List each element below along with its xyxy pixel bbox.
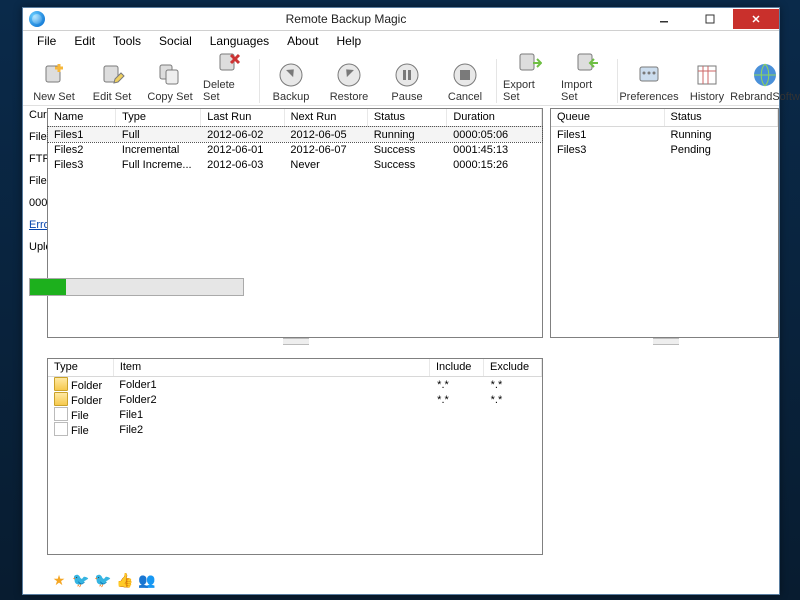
thumbs-up-icon[interactable]: 👍 [117, 572, 133, 588]
menu-file[interactable]: File [29, 32, 64, 50]
prefs-button[interactable]: Preferences [620, 60, 678, 103]
toolbar: New SetEdit SetCopy SetDelete SetBackupR… [23, 51, 779, 106]
table-row[interactable]: Files3Pending [551, 142, 778, 157]
table-row[interactable]: FileFile2 [48, 422, 542, 437]
sets-table[interactable]: NameTypeLast RunNext RunStatusDuration F… [47, 108, 543, 338]
cancel-icon [450, 60, 480, 90]
twitter-icon[interactable]: 🐦 [95, 572, 111, 588]
delete-set-icon [213, 48, 243, 78]
column-header[interactable]: Type [116, 109, 201, 126]
folder-icon [54, 392, 68, 406]
column-header[interactable]: Item [114, 359, 430, 376]
copy-set-button[interactable]: Copy Set [141, 60, 199, 103]
folder-icon [54, 377, 68, 391]
table-row[interactable]: FolderFolder2*.**.* [48, 392, 542, 407]
column-header[interactable]: Status [665, 109, 779, 126]
new-set-button[interactable]: New Set [25, 60, 83, 103]
table-row[interactable]: Files1Full2012-06-022012-06-05Running000… [48, 127, 542, 142]
restore-button[interactable]: Restore [320, 60, 378, 103]
column-header[interactable]: Name [48, 109, 116, 126]
people-icon[interactable]: 👥 [139, 572, 155, 588]
export-button[interactable]: Export Set [499, 48, 557, 103]
edit-set-icon [97, 60, 127, 90]
app-icon [29, 11, 45, 27]
splitter-handle[interactable] [653, 338, 679, 345]
table-row[interactable]: FolderFolder1*.**.* [48, 377, 542, 392]
menu-help[interactable]: Help [328, 32, 369, 50]
table-row[interactable]: Files2Incremental2012-06-012012-06-07Suc… [48, 142, 542, 157]
social-bar: ★ 🐦 🐦 👍 👥 [51, 572, 155, 588]
table-row[interactable]: Files1Running [551, 127, 778, 142]
file-icon [54, 407, 68, 421]
menubar: FileEditToolsSocialLanguagesAboutHelp [23, 31, 779, 51]
column-header[interactable]: Type [48, 359, 114, 376]
app-window: Remote Backup Magic FileEditToolsSocialL… [22, 7, 780, 595]
table-row[interactable]: Files3Full Increme...2012-06-03NeverSucc… [48, 157, 542, 172]
maximize-button[interactable] [687, 9, 733, 29]
pause-icon [392, 60, 422, 90]
window-buttons [641, 9, 779, 29]
copy-set-icon [155, 60, 185, 90]
window-title: Remote Backup Magic [51, 12, 641, 26]
restore-icon [334, 60, 364, 90]
edit-set-button[interactable]: Edit Set [83, 60, 141, 103]
menu-about[interactable]: About [279, 32, 326, 50]
progress-bar [29, 278, 244, 296]
twitter-icon[interactable]: 🐦 [73, 572, 89, 588]
menu-social[interactable]: Social [151, 32, 200, 50]
backup-icon [276, 60, 306, 90]
new-set-icon [39, 60, 69, 90]
queue-table[interactable]: QueueStatus Files1RunningFiles3Pending [550, 108, 779, 338]
globe-button[interactable]: RebrandSoftw [736, 60, 794, 103]
column-header[interactable]: Exclude [484, 359, 542, 376]
column-header[interactable]: Include [430, 359, 484, 376]
import-icon [571, 48, 601, 78]
globe-icon [750, 60, 780, 90]
history-icon [692, 60, 722, 90]
titlebar[interactable]: Remote Backup Magic [23, 8, 779, 31]
column-header[interactable]: Status [368, 109, 447, 126]
star-icon[interactable]: ★ [51, 572, 67, 588]
column-header[interactable]: Last Run [201, 109, 284, 126]
table-row[interactable]: FileFile1 [48, 407, 542, 422]
file-icon [54, 422, 68, 436]
splitter-handle[interactable] [283, 338, 309, 345]
column-header[interactable]: Queue [551, 109, 665, 126]
close-button[interactable] [733, 9, 779, 29]
backup-button[interactable]: Backup [262, 60, 320, 103]
column-header[interactable]: Duration [447, 109, 542, 126]
cancel-button[interactable]: Cancel [436, 60, 494, 103]
column-header[interactable]: Next Run [285, 109, 368, 126]
import-button[interactable]: Import Set [557, 48, 615, 103]
prefs-icon [634, 60, 664, 90]
menu-edit[interactable]: Edit [66, 32, 103, 50]
delete-set-button[interactable]: Delete Set [199, 48, 257, 103]
pause-button[interactable]: Pause [378, 60, 436, 103]
export-icon [513, 48, 543, 78]
menu-tools[interactable]: Tools [105, 32, 149, 50]
items-table[interactable]: TypeItemIncludeExclude FolderFolder1*.**… [47, 358, 543, 555]
minimize-button[interactable] [641, 9, 687, 29]
history-button[interactable]: History [678, 60, 736, 103]
